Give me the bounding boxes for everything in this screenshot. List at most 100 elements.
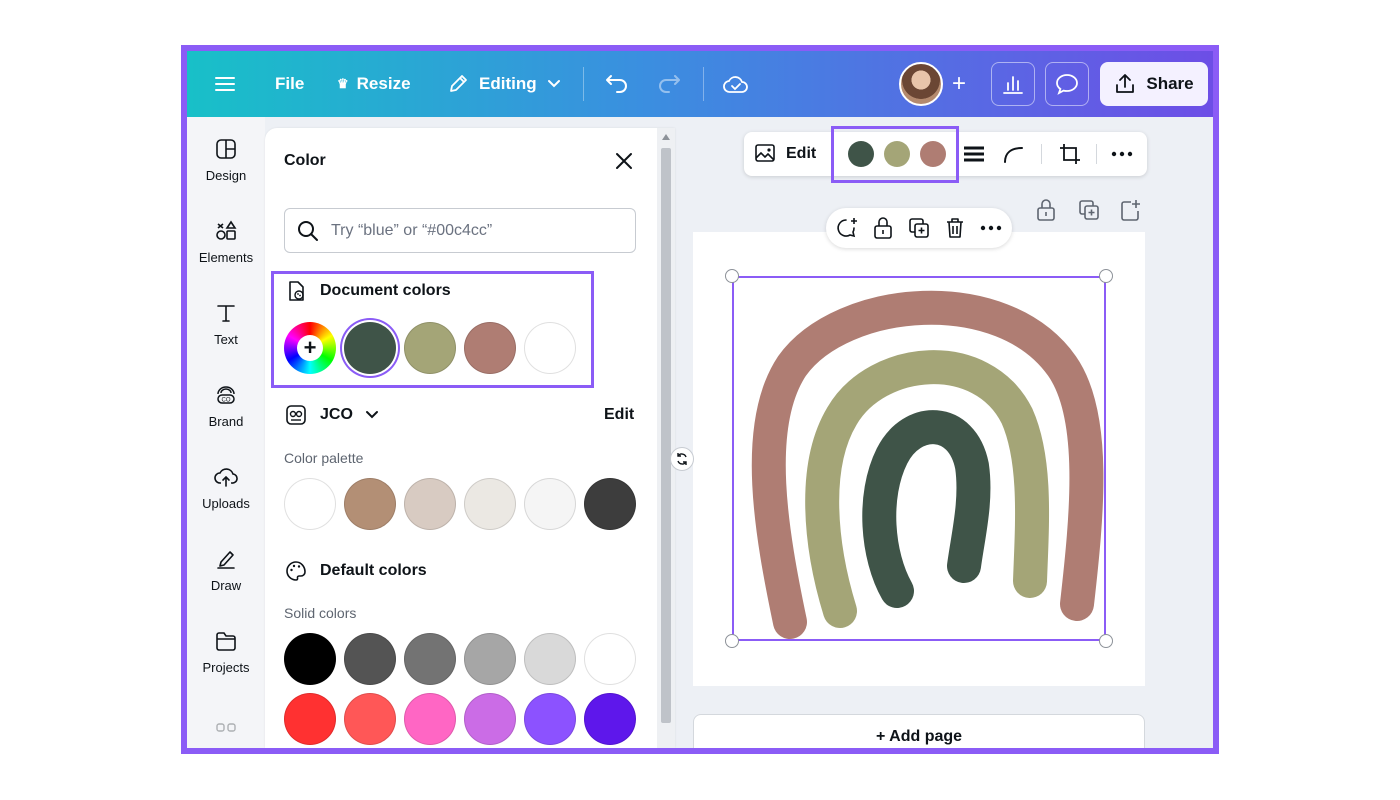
duplicate-page-icon[interactable] bbox=[1078, 198, 1102, 222]
cloud-saved-icon[interactable] bbox=[723, 51, 749, 117]
svg-text:CO: CO bbox=[222, 397, 231, 403]
resize-handle[interactable] bbox=[1099, 634, 1113, 648]
add-page-icon[interactable] bbox=[1119, 198, 1143, 222]
color-swatch[interactable] bbox=[584, 633, 636, 685]
color-swatch[interactable] bbox=[404, 322, 456, 374]
rail-label: Projects bbox=[202, 659, 250, 675]
color-swatch[interactable] bbox=[344, 478, 396, 530]
color-swatch[interactable] bbox=[404, 693, 456, 745]
color-swatch[interactable] bbox=[524, 693, 576, 745]
color-swatch[interactable] bbox=[344, 693, 396, 745]
color-swatch[interactable] bbox=[464, 633, 516, 685]
color-swatch[interactable] bbox=[344, 633, 396, 685]
color-swatch[interactable] bbox=[464, 478, 516, 530]
add-color-button[interactable]: + bbox=[284, 322, 336, 374]
elements-icon bbox=[216, 220, 237, 240]
brand-kit-edit-link[interactable]: Edit bbox=[604, 406, 634, 424]
app-window: File ♛ Resize Editing + Share Design Ele… bbox=[181, 45, 1219, 754]
scroll-up-icon[interactable] bbox=[662, 134, 670, 140]
crop-icon[interactable] bbox=[1058, 132, 1082, 176]
color-swatch[interactable] bbox=[284, 478, 336, 530]
rail-item-text[interactable]: Text bbox=[187, 289, 265, 359]
text-icon bbox=[217, 304, 235, 322]
top-bar: File ♛ Resize Editing + Share bbox=[187, 51, 1213, 117]
comment-icon bbox=[1056, 74, 1078, 95]
scroll-thumb[interactable] bbox=[661, 148, 671, 723]
color-swatch[interactable] bbox=[404, 478, 456, 530]
chevron-down-icon bbox=[547, 80, 560, 88]
projects-icon bbox=[216, 631, 236, 651]
apps-icon[interactable] bbox=[215, 719, 237, 732]
color-swatch[interactable] bbox=[404, 633, 456, 685]
lock-icon[interactable] bbox=[870, 215, 896, 241]
crown-icon: ♛ bbox=[337, 76, 349, 91]
add-page-button[interactable]: + Add page bbox=[693, 714, 1145, 748]
corner-rounding-icon[interactable] bbox=[1002, 132, 1024, 176]
more-options-icon[interactable] bbox=[978, 215, 1004, 241]
rail-item-uploads[interactable]: Uploads bbox=[187, 453, 265, 523]
color-search-input[interactable] bbox=[331, 221, 621, 240]
document-colors-title: Document colors bbox=[320, 282, 451, 299]
left-rail: Design Elements Text CO Brand Uploads Dr… bbox=[187, 117, 265, 748]
close-icon[interactable] bbox=[612, 149, 636, 173]
rotate-icon[interactable] bbox=[670, 447, 694, 471]
brand-kit-header[interactable]: JCO bbox=[284, 403, 379, 427]
comments-button[interactable] bbox=[1045, 62, 1089, 106]
color-swatch[interactable] bbox=[524, 478, 576, 530]
invite-plus-icon[interactable]: + bbox=[943, 62, 975, 106]
edit-image-button[interactable]: Edit bbox=[754, 132, 816, 176]
share-icon bbox=[1116, 74, 1135, 93]
color-swatch[interactable] bbox=[344, 322, 396, 374]
color-swatch[interactable] bbox=[584, 693, 636, 745]
rail-item-projects[interactable]: Projects bbox=[187, 617, 265, 687]
rail-item-elements[interactable]: Elements bbox=[187, 207, 265, 277]
hamburger-icon[interactable] bbox=[215, 51, 235, 117]
file-menu-button[interactable]: File bbox=[275, 51, 304, 117]
comment-add-icon[interactable] bbox=[834, 215, 860, 241]
pencil-icon bbox=[450, 75, 467, 92]
share-button[interactable]: Share bbox=[1100, 62, 1208, 106]
bar-chart-icon bbox=[1003, 76, 1023, 94]
solid-colors-label: Solid colors bbox=[284, 605, 357, 621]
rail-item-design[interactable]: Design bbox=[187, 125, 265, 195]
color-search bbox=[284, 208, 636, 253]
resize-button[interactable]: ♛ Resize bbox=[337, 51, 411, 117]
resize-handle[interactable] bbox=[1099, 269, 1113, 283]
color-swatch[interactable] bbox=[524, 633, 576, 685]
lock-page-icon[interactable] bbox=[1035, 198, 1059, 222]
color-swatch[interactable] bbox=[464, 322, 516, 374]
document-colors-row: + bbox=[284, 322, 576, 374]
highlight-box bbox=[831, 126, 959, 183]
selection-box bbox=[732, 276, 1106, 641]
rail-label: Text bbox=[214, 331, 238, 347]
default-colors-header: Default colors bbox=[284, 559, 427, 583]
color-swatch[interactable] bbox=[584, 478, 636, 530]
undo-icon[interactable] bbox=[605, 51, 629, 117]
resize-handle[interactable] bbox=[725, 269, 739, 283]
rail-label: Elements bbox=[198, 249, 254, 265]
file-label: File bbox=[275, 74, 305, 93]
trash-icon[interactable] bbox=[942, 215, 968, 241]
insights-button[interactable] bbox=[991, 62, 1035, 106]
color-swatch[interactable] bbox=[464, 693, 516, 745]
avatar[interactable] bbox=[899, 62, 943, 106]
rail-item-draw[interactable]: Draw bbox=[187, 535, 265, 605]
more-options-icon[interactable] bbox=[1111, 132, 1133, 176]
rail-label: Uploads bbox=[202, 495, 250, 511]
panel-scrollbar[interactable] bbox=[657, 128, 675, 748]
solid-colors-row-1 bbox=[284, 633, 636, 685]
duplicate-icon[interactable] bbox=[906, 215, 932, 241]
color-swatch[interactable] bbox=[284, 633, 336, 685]
uploads-icon bbox=[214, 467, 238, 487]
brand-kit-icon bbox=[286, 405, 306, 425]
color-swatch[interactable] bbox=[284, 693, 336, 745]
border-style-icon[interactable] bbox=[962, 132, 986, 176]
color-swatch[interactable] bbox=[524, 322, 576, 374]
solid-colors-row-2 bbox=[284, 693, 636, 745]
redo-icon[interactable] bbox=[657, 51, 681, 117]
brand-icon: CO bbox=[217, 385, 235, 404]
share-label: Share bbox=[1146, 74, 1194, 93]
resize-handle[interactable] bbox=[725, 634, 739, 648]
editing-mode-button[interactable]: Editing bbox=[447, 51, 561, 117]
rail-item-brand[interactable]: CO Brand bbox=[187, 371, 265, 441]
